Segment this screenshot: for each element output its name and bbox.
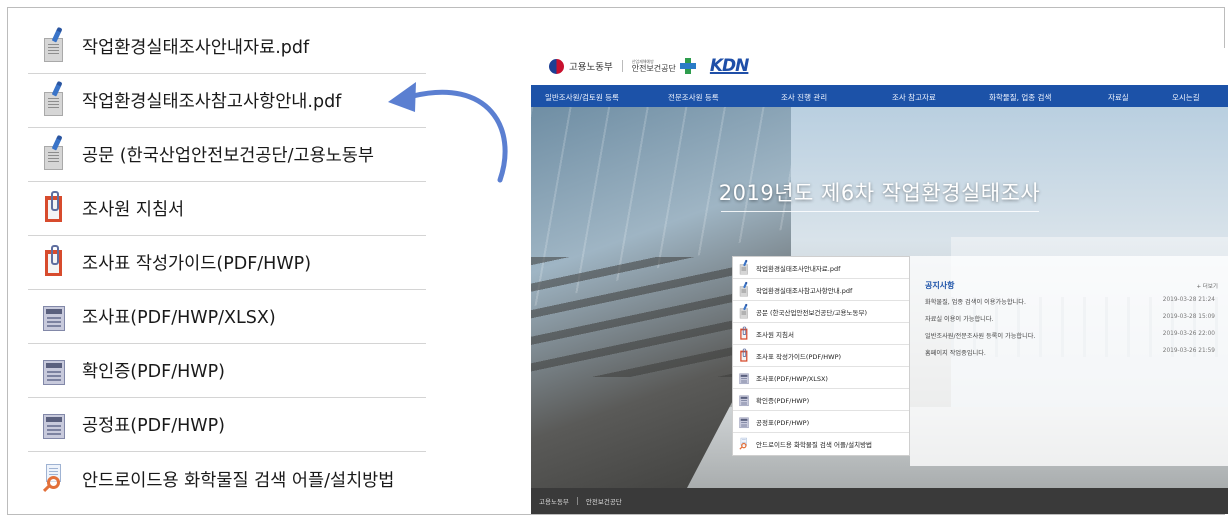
download-item-guide-pdf[interactable]: 작업환경실태조사안내자료.pdf	[28, 20, 426, 74]
pdf-document-icon	[42, 137, 66, 172]
form-document-icon	[739, 415, 749, 428]
download-item-surveyor-manual[interactable]: 조사원 지침서	[28, 182, 426, 236]
search-document-icon	[739, 437, 747, 450]
form-document-icon	[42, 354, 66, 388]
download-item-survey-form[interactable]: 조사표(PDF/HWP/XLSX)	[28, 290, 426, 344]
site-download-label: 조사표(PDF/HWP/XLSX)	[756, 374, 828, 383]
notice-text: 자료실 이용이 가능합니다.	[925, 316, 994, 323]
kosha-logo[interactable]: 산업재해예방 안전보건공단	[632, 58, 696, 74]
notice-date: 2019-03-26 22:00	[1162, 331, 1215, 337]
nav-item-general-registration[interactable]: 일반조사원/검토원 등록	[545, 92, 619, 103]
site-download-item[interactable]: 작업환경실태조사참고사항안내.pdf	[733, 279, 909, 301]
site-header: 고용노동부 산업재해예방 안전보건공단 KDN	[531, 48, 1228, 84]
download-item-label: 조사원 지침서	[82, 200, 185, 220]
site-download-label: 작업환경실태조사참고사항안내.pdf	[756, 286, 853, 295]
nav-item-archive[interactable]: 자료실	[1108, 92, 1129, 103]
clipboard-icon	[42, 244, 66, 280]
clipboard-icon	[739, 348, 748, 362]
cross-icon	[679, 58, 696, 74]
site-download-label: 작업환경실태조사안내자료.pdf	[756, 264, 841, 273]
notice-text: 일반조사원/전문조사원 등록이 가능합니다.	[925, 333, 1036, 340]
download-item-label: 공문 (한국산업안전보건공단/고용노동부	[82, 146, 374, 166]
pdf-document-icon	[739, 260, 748, 274]
download-item-label: 조사표 작성가이드(PDF/HWP)	[82, 254, 312, 274]
clipboard-icon	[739, 326, 748, 340]
gov-name: 고용노동부	[569, 62, 613, 73]
notice-text: 홈페이지 작업중입니다.	[925, 350, 986, 357]
site-download-item[interactable]: 안드로이드용 화학물질 검색 어플/설치방법	[733, 433, 909, 455]
nav-item-directions[interactable]: 오시는길	[1172, 92, 1200, 103]
nav-item-survey-management[interactable]: 조사 진행 관리	[781, 92, 827, 103]
hero-banner: 2019년도 제6차 작업환경실태조사 작업환경실태조사안내자료.pdf 작업환…	[531, 107, 1228, 488]
site-download-label: 조사원 지침서	[756, 330, 794, 339]
footer-link-moel[interactable]: 고용노동부	[539, 496, 569, 506]
site-download-label: 공정표(PDF/HWP)	[756, 418, 810, 427]
nav-item-chemical-search[interactable]: 화학물질, 업종 검색	[989, 92, 1051, 103]
website-screenshot: 고용노동부 산업재해예방 안전보건공단 KDN 일반조사원/검토원 등록 전문조…	[531, 48, 1228, 514]
curved-arrow-icon	[388, 82, 508, 183]
kosha-name: 안전보건공단	[631, 63, 676, 73]
download-item-official-letter[interactable]: 공문 (한국산업안전보건공단/고용노동부	[28, 128, 426, 182]
search-document-icon	[42, 462, 66, 496]
notice-more-link[interactable]: + 더보기	[1196, 282, 1218, 290]
site-download-label: 안드로이드용 화학물질 검색 어플/설치방법	[756, 441, 873, 449]
site-footer: 고용노동부 안전보건공단	[531, 488, 1228, 514]
site-download-item[interactable]: 작업환경실태조사안내자료.pdf	[733, 257, 909, 279]
notice-text: 화학물질, 업종 검색이 이용가능합니다.	[925, 299, 1026, 306]
form-document-icon	[739, 393, 749, 406]
zoomed-download-list: 작업환경실태조사안내자료.pdf 작업환경실태조사참고사항안내.pdf 공문 (…	[28, 20, 426, 506]
nav-item-expert-registration[interactable]: 전문조사원 등록	[668, 92, 719, 103]
notice-title: 공지사항	[925, 281, 955, 290]
nav-item-survey-references[interactable]: 조사 참고자료	[892, 92, 936, 103]
site-download-label: 조사표 작성가이드(PDF/HWP)	[756, 352, 842, 361]
pdf-document-icon	[42, 83, 66, 118]
notice-panel: 공지사항 + 더보기 화학물질, 업종 검색이 이용가능합니다. 2019-03-…	[910, 256, 1228, 466]
taegeuk-icon	[549, 58, 564, 74]
download-item-reference-pdf[interactable]: 작업환경실태조사참고사항안내.pdf	[28, 74, 426, 128]
site-download-label: 확인증(PDF/HWP)	[756, 396, 810, 405]
download-item-label: 작업환경실태조사참고사항안내.pdf	[82, 92, 342, 112]
site-download-item[interactable]: 공정표(PDF/HWP)	[733, 411, 909, 433]
notice-row[interactable]: 화학물질, 업종 검색이 이용가능합니다. 2019-03-28 21:24	[925, 297, 1215, 306]
site-download-item[interactable]: 조사표(PDF/HWP/XLSX)	[733, 367, 909, 389]
divider	[621, 60, 623, 72]
form-document-icon	[42, 408, 66, 442]
notice-row[interactable]: 홈페이지 작업중입니다. 2019-03-26 21:59	[925, 348, 1215, 357]
site-download-item[interactable]: 공문 (한국산업안전보건공단/고용노동부)	[733, 301, 909, 323]
form-document-icon	[739, 371, 749, 384]
title-underline	[721, 211, 1039, 212]
site-download-item[interactable]: 조사표 작성가이드(PDF/HWP)	[733, 345, 909, 367]
download-item-label: 확인증(PDF/HWP)	[82, 362, 225, 382]
notice-date: 2019-03-28 15:09	[1162, 314, 1215, 320]
notice-row[interactable]: 일반조사원/전문조사원 등록이 가능합니다. 2019-03-26 22:00	[925, 331, 1215, 340]
figure-frame: 작업환경실태조사안내자료.pdf 작업환경실태조사참고사항안내.pdf 공문 (…	[7, 7, 1228, 515]
site-download-label: 공문 (한국산업안전보건공단/고용노동부)	[756, 308, 867, 317]
pdf-document-icon	[739, 282, 748, 296]
site-download-list: 작업환경실태조사안내자료.pdf 작업환경실태조사참고사항안내.pdf 공문 (…	[732, 256, 910, 456]
pdf-document-icon	[739, 304, 748, 318]
kdn-logo[interactable]: KDN	[710, 56, 750, 76]
download-item-label: 작업환경실태조사안내자료.pdf	[82, 38, 310, 58]
clipboard-icon	[42, 190, 66, 226]
divider	[576, 497, 578, 505]
hero-title: 2019년도 제6차 작업환경실태조사	[718, 181, 1041, 205]
notice-date: 2019-03-26 21:59	[1162, 348, 1215, 354]
site-download-item[interactable]: 확인증(PDF/HWP)	[733, 389, 909, 411]
form-document-icon	[42, 300, 66, 334]
notice-row[interactable]: 자료실 이용이 가능합니다. 2019-03-28 15:09	[925, 314, 1215, 323]
site-download-item[interactable]: 조사원 지침서	[733, 323, 909, 345]
main-nav: 일반조사원/검토원 등록 전문조사원 등록 조사 진행 관리 조사 참고자료 화…	[531, 85, 1228, 107]
download-item-android-app[interactable]: 안드로이드용 화학물질 검색 어플/설치방법	[28, 452, 426, 506]
footer-link-kosha[interactable]: 안전보건공단	[586, 496, 622, 506]
download-item-label: 공정표(PDF/HWP)	[82, 416, 225, 436]
download-item-certificate[interactable]: 확인증(PDF/HWP)	[28, 344, 426, 398]
notice-date: 2019-03-28 21:24	[1162, 297, 1215, 303]
beam-structure	[531, 257, 761, 377]
download-item-process-chart[interactable]: 공정표(PDF/HWP)	[28, 398, 426, 452]
pdf-document-icon	[42, 29, 66, 64]
download-item-label: 안드로이드용 화학물질 검색 어플/설치방법	[82, 470, 395, 491]
download-item-writing-guide[interactable]: 조사표 작성가이드(PDF/HWP)	[28, 236, 426, 290]
download-item-label: 조사표(PDF/HWP/XLSX)	[82, 308, 276, 328]
gov-logo[interactable]: 고용노동부	[549, 58, 613, 74]
